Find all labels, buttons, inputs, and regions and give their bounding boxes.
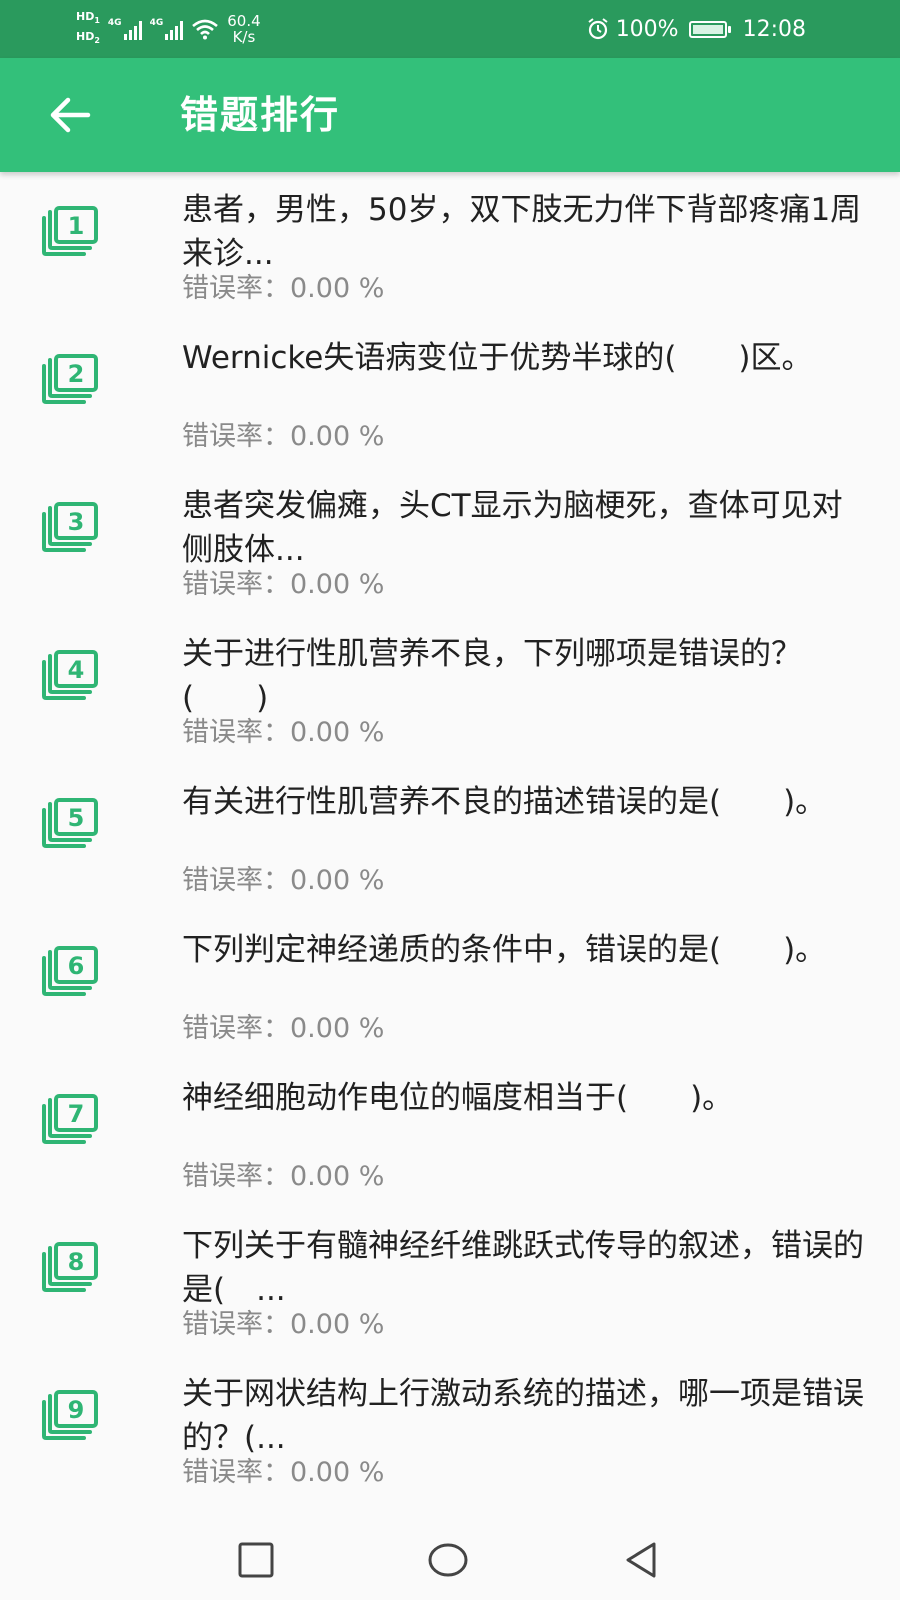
list-item[interactable]: 6 下列判定神经递质的条件中，错误的是( )。错误率：0.00 % <box>0 916 900 1064</box>
rank-number: 1 <box>68 212 85 240</box>
error-rate: 错误率：0.00 % <box>182 421 385 452</box>
error-rate: 错误率：0.00 % <box>182 1013 385 1044</box>
rank-number-icon: 8 <box>40 1242 100 1294</box>
rank-number: 4 <box>68 656 85 684</box>
recent-apps-icon <box>238 1542 274 1578</box>
rank-number-icon: 6 <box>40 946 100 998</box>
question-title: 下列判定神经递质的条件中，错误的是( )。 <box>182 932 827 968</box>
error-rate: 错误率：0.00 % <box>182 717 385 748</box>
app-bar: 错题排行 <box>0 58 900 172</box>
error-rate: 错误率：0.00 % <box>182 1309 385 1340</box>
arrow-back-icon <box>50 97 91 133</box>
list-item[interactable]: 4 关于进行性肌营养不良，下列哪项是错误的？( ) 错误率：0.00 % <box>0 620 900 768</box>
question-title: 下列关于有髓神经纤维跳跃式传导的叙述，错误的是( ... <box>182 1228 864 1308</box>
error-rate: 错误率：0.00 % <box>182 865 385 896</box>
list-item[interactable]: 3 患者突发偏瘫，头CT显示为脑梗死，查体可见对侧肢体... 错误率：0.00 % <box>0 472 900 620</box>
back-icon <box>626 1542 656 1578</box>
rank-number: 3 <box>68 508 85 536</box>
rank-number: 8 <box>68 1248 85 1276</box>
list-item[interactable]: 7 神经细胞动作电位的幅度相当于( )。错误率：0.00 % <box>0 1064 900 1212</box>
rank-number-icon: 1 <box>40 206 100 258</box>
alarm-icon <box>588 18 608 40</box>
question-title: Wernicke失语病变位于优势半球的( )区。 <box>182 340 813 376</box>
hd1-indicator: HD1 <box>76 10 100 26</box>
nav-back-button[interactable] <box>620 1538 664 1582</box>
home-button[interactable] <box>426 1538 470 1582</box>
rank-number: 2 <box>68 360 85 388</box>
status-bar: HD1 HD2 4G 4G 60.4 K/s 100% 12:08 <box>0 0 900 58</box>
list-item[interactable]: 1 患者，男性，50岁，双下肢无力伴下背部疼痛1周来诊... 错误率：0.00 % <box>0 176 900 324</box>
error-rate: 错误率：0.00 % <box>182 1161 385 1192</box>
question-title: 患者突发偏瘫，头CT显示为脑梗死，查体可见对侧肢体... <box>182 488 843 568</box>
rank-number: 5 <box>68 804 85 832</box>
hd2-indicator: HD2 <box>76 29 100 45</box>
error-rate: 错误率：0.00 % <box>182 1457 385 1488</box>
signal-icon: 4G <box>150 18 184 40</box>
rank-number-icon: 3 <box>40 502 100 554</box>
home-icon <box>428 1543 468 1577</box>
rank-number: 6 <box>68 952 85 980</box>
rank-number-icon: 2 <box>40 354 100 406</box>
rank-number-icon: 4 <box>40 650 100 702</box>
question-title: 患者，男性，50岁，双下肢无力伴下背部疼痛1周来诊... <box>182 192 862 272</box>
question-title: 关于网状结构上行激动系统的描述，哪一项是错误的？(... <box>182 1376 864 1456</box>
recent-apps-button[interactable] <box>234 1538 278 1582</box>
page-title: 错题排行 <box>180 93 341 137</box>
list-item[interactable]: 5 有关进行性肌营养不良的描述错误的是( )。错误率：0.00 % <box>0 768 900 916</box>
battery-charging-icon <box>688 20 731 38</box>
wrong-question-list: 1 患者，男性，50岁，双下肢无力伴下背部疼痛1周来诊... 错误率：0.00 % 2… <box>0 176 900 1508</box>
list-item[interactable]: 8 下列关于有髓神经纤维跳跃式传导的叙述，错误的是( ... 错误率：0.00 % <box>0 1212 900 1360</box>
rank-number: 7 <box>68 1100 85 1128</box>
question-title: 神经细胞动作电位的幅度相当于( )。 <box>182 1080 734 1116</box>
error-rate: 错误率：0.00 % <box>182 273 385 304</box>
back-button[interactable] <box>38 83 102 147</box>
list-item[interactable]: 2 Wernicke失语病变位于优势半球的( )区。错误率：0.00 % <box>0 324 900 472</box>
rank-number-icon: 7 <box>40 1094 100 1146</box>
list-item[interactable]: 9 关于网状结构上行激动系统的描述，哪一项是错误的？(... 错误率：0.00 % <box>0 1360 900 1508</box>
battery-percent: 100% <box>615 16 679 42</box>
hd-indicators: HD1 HD2 <box>76 11 100 46</box>
system-nav-bar <box>0 1516 900 1600</box>
signal-icon: 4G <box>108 18 142 40</box>
rank-number: 9 <box>68 1396 85 1424</box>
status-left: HD1 HD2 4G 4G 60.4 K/s <box>76 8 261 50</box>
status-right: 100% 12:08 <box>586 12 806 46</box>
clock: 12:08 <box>742 16 806 42</box>
rank-number-icon: 5 <box>40 798 100 850</box>
error-rate: 错误率：0.00 % <box>182 569 385 600</box>
wifi-icon <box>192 19 219 40</box>
rank-number-icon: 9 <box>40 1390 100 1442</box>
question-title: 关于进行性肌营养不良，下列哪项是错误的？( ) <box>182 636 802 716</box>
network-speed: 60.4 K/s <box>227 12 261 46</box>
question-title: 有关进行性肌营养不良的描述错误的是( )。 <box>182 784 827 820</box>
